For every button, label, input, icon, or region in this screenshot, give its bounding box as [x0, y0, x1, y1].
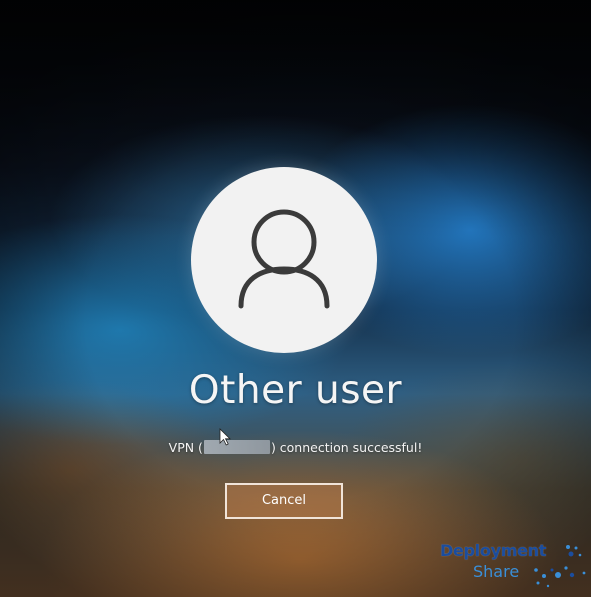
user-avatar [191, 167, 377, 353]
vpn-status-message: VPN ( ) connection successful! [0, 440, 591, 455]
lock-screen: Other user VPN ( ) connection successful!… [0, 0, 591, 597]
vpn-status-prefix: VPN ( [168, 440, 203, 455]
username-label: Other user [188, 368, 403, 413]
watermark-dots-icon [534, 545, 586, 588]
cancel-button[interactable]: Cancel [225, 483, 343, 519]
mouse-pointer-icon [219, 428, 231, 446]
vpn-status-suffix: ) connection successful! [270, 440, 423, 455]
user-icon [238, 209, 330, 309]
redacted-vpn-name [203, 440, 270, 454]
deployment-share-watermark: Deployment Share [440, 540, 590, 592]
